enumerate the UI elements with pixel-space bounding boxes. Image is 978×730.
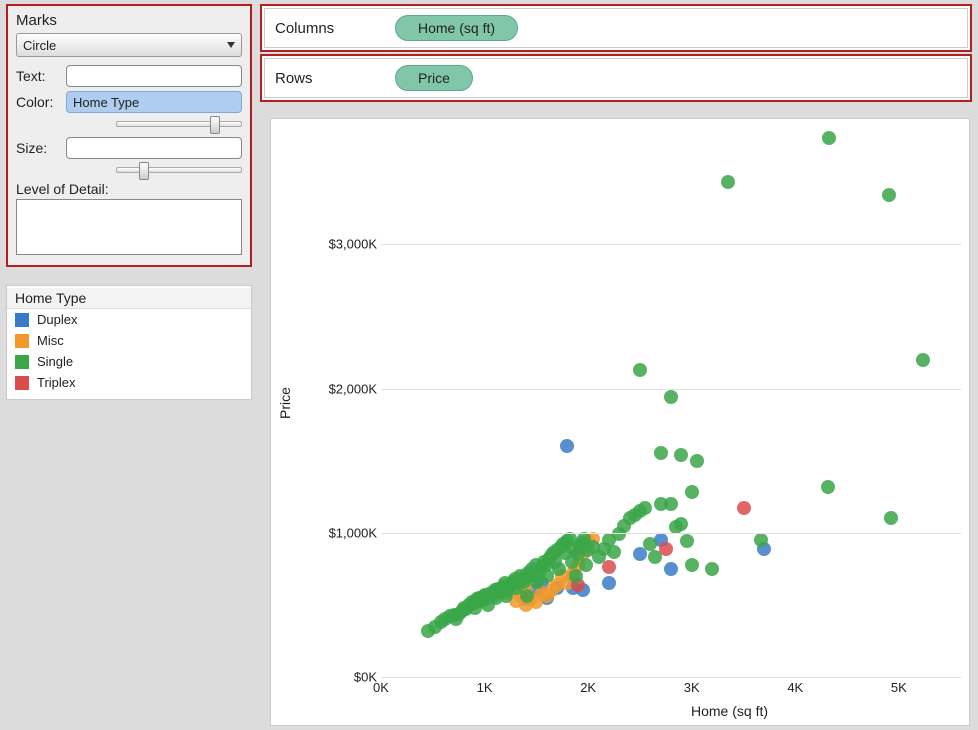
- legend-item[interactable]: Duplex: [7, 309, 251, 330]
- legend-swatch: [15, 334, 29, 348]
- data-point[interactable]: [664, 390, 678, 404]
- data-point[interactable]: [560, 439, 574, 453]
- data-point[interactable]: [520, 589, 534, 603]
- data-point[interactable]: [643, 537, 657, 551]
- legend-swatch: [15, 376, 29, 390]
- legend-item[interactable]: Single: [7, 351, 251, 372]
- legend-item[interactable]: Triplex: [7, 372, 251, 393]
- x-tick-label: 5K: [891, 680, 907, 695]
- data-point[interactable]: [654, 446, 668, 460]
- data-point[interactable]: [822, 131, 836, 145]
- size-field[interactable]: [66, 137, 242, 159]
- x-tick-label: 2K: [580, 680, 596, 695]
- data-point[interactable]: [685, 485, 699, 499]
- lod-field[interactable]: [16, 199, 242, 255]
- legend-item[interactable]: Misc: [7, 330, 251, 351]
- columns-pill[interactable]: Home (sq ft): [395, 15, 518, 41]
- legend-title: Home Type: [7, 288, 251, 309]
- size-label: Size:: [16, 140, 66, 156]
- lod-label: Level of Detail:: [16, 181, 242, 197]
- x-tick-label: 4K: [787, 680, 803, 695]
- legend-swatch: [15, 355, 29, 369]
- legend-item-label: Misc: [37, 333, 64, 348]
- data-point[interactable]: [664, 562, 678, 576]
- size-slider[interactable]: [116, 167, 242, 173]
- data-point[interactable]: [884, 511, 898, 525]
- data-point[interactable]: [607, 545, 621, 559]
- data-point[interactable]: [638, 501, 652, 515]
- data-point[interactable]: [664, 497, 678, 511]
- color-transparency-slider[interactable]: [116, 121, 242, 127]
- plot-region: [381, 129, 961, 677]
- data-point[interactable]: [680, 534, 694, 548]
- data-point[interactable]: [685, 558, 699, 572]
- rows-label: Rows: [275, 70, 395, 87]
- x-tick-label: 0K: [373, 680, 389, 695]
- marks-type-select[interactable]: Circle: [16, 33, 242, 57]
- legend-item-label: Duplex: [37, 312, 77, 327]
- marks-title: Marks: [16, 12, 242, 29]
- data-point[interactable]: [602, 576, 616, 590]
- text-label: Text:: [16, 68, 66, 84]
- rows-pill[interactable]: Price: [395, 65, 473, 91]
- marks-card: Marks Circle Text: Color: Home Type Size…: [6, 4, 252, 267]
- columns-shelf: Columns Home (sq ft): [260, 4, 972, 52]
- chart-area[interactable]: Price Home (sq ft) $0K$1,000K$2,000K$3,0…: [270, 118, 970, 726]
- legend-card: Home Type Duplex Misc Single Triplex: [6, 285, 252, 400]
- y-tick-label: $2,000K: [329, 381, 377, 396]
- data-point[interactable]: [690, 454, 704, 468]
- data-point[interactable]: [705, 562, 719, 576]
- color-field[interactable]: Home Type: [66, 91, 242, 113]
- data-point[interactable]: [916, 353, 930, 367]
- data-point[interactable]: [754, 533, 768, 547]
- rows-shelf: Rows Price: [260, 54, 972, 102]
- legend-item-label: Single: [37, 354, 73, 369]
- y-tick-label: $3,000K: [329, 237, 377, 252]
- data-point[interactable]: [821, 480, 835, 494]
- y-tick-label: $1,000K: [329, 525, 377, 540]
- chevron-down-icon: [227, 42, 235, 48]
- marks-type-value: Circle: [23, 38, 56, 53]
- columns-label: Columns: [275, 20, 395, 37]
- data-point[interactable]: [569, 569, 583, 583]
- x-axis-title: Home (sq ft): [691, 703, 768, 719]
- data-point[interactable]: [674, 517, 688, 531]
- y-axis-title: Price: [277, 387, 293, 419]
- data-point[interactable]: [882, 188, 896, 202]
- legend-item-label: Triplex: [37, 375, 76, 390]
- x-tick-label: 3K: [684, 680, 700, 695]
- data-point[interactable]: [721, 175, 735, 189]
- legend-swatch: [15, 313, 29, 327]
- x-tick-label: 1K: [477, 680, 493, 695]
- data-point[interactable]: [737, 501, 751, 515]
- text-field[interactable]: [66, 65, 242, 87]
- data-point[interactable]: [602, 560, 616, 574]
- data-point[interactable]: [648, 550, 662, 564]
- data-point[interactable]: [633, 363, 647, 377]
- data-point[interactable]: [674, 448, 688, 462]
- color-label: Color:: [16, 94, 66, 110]
